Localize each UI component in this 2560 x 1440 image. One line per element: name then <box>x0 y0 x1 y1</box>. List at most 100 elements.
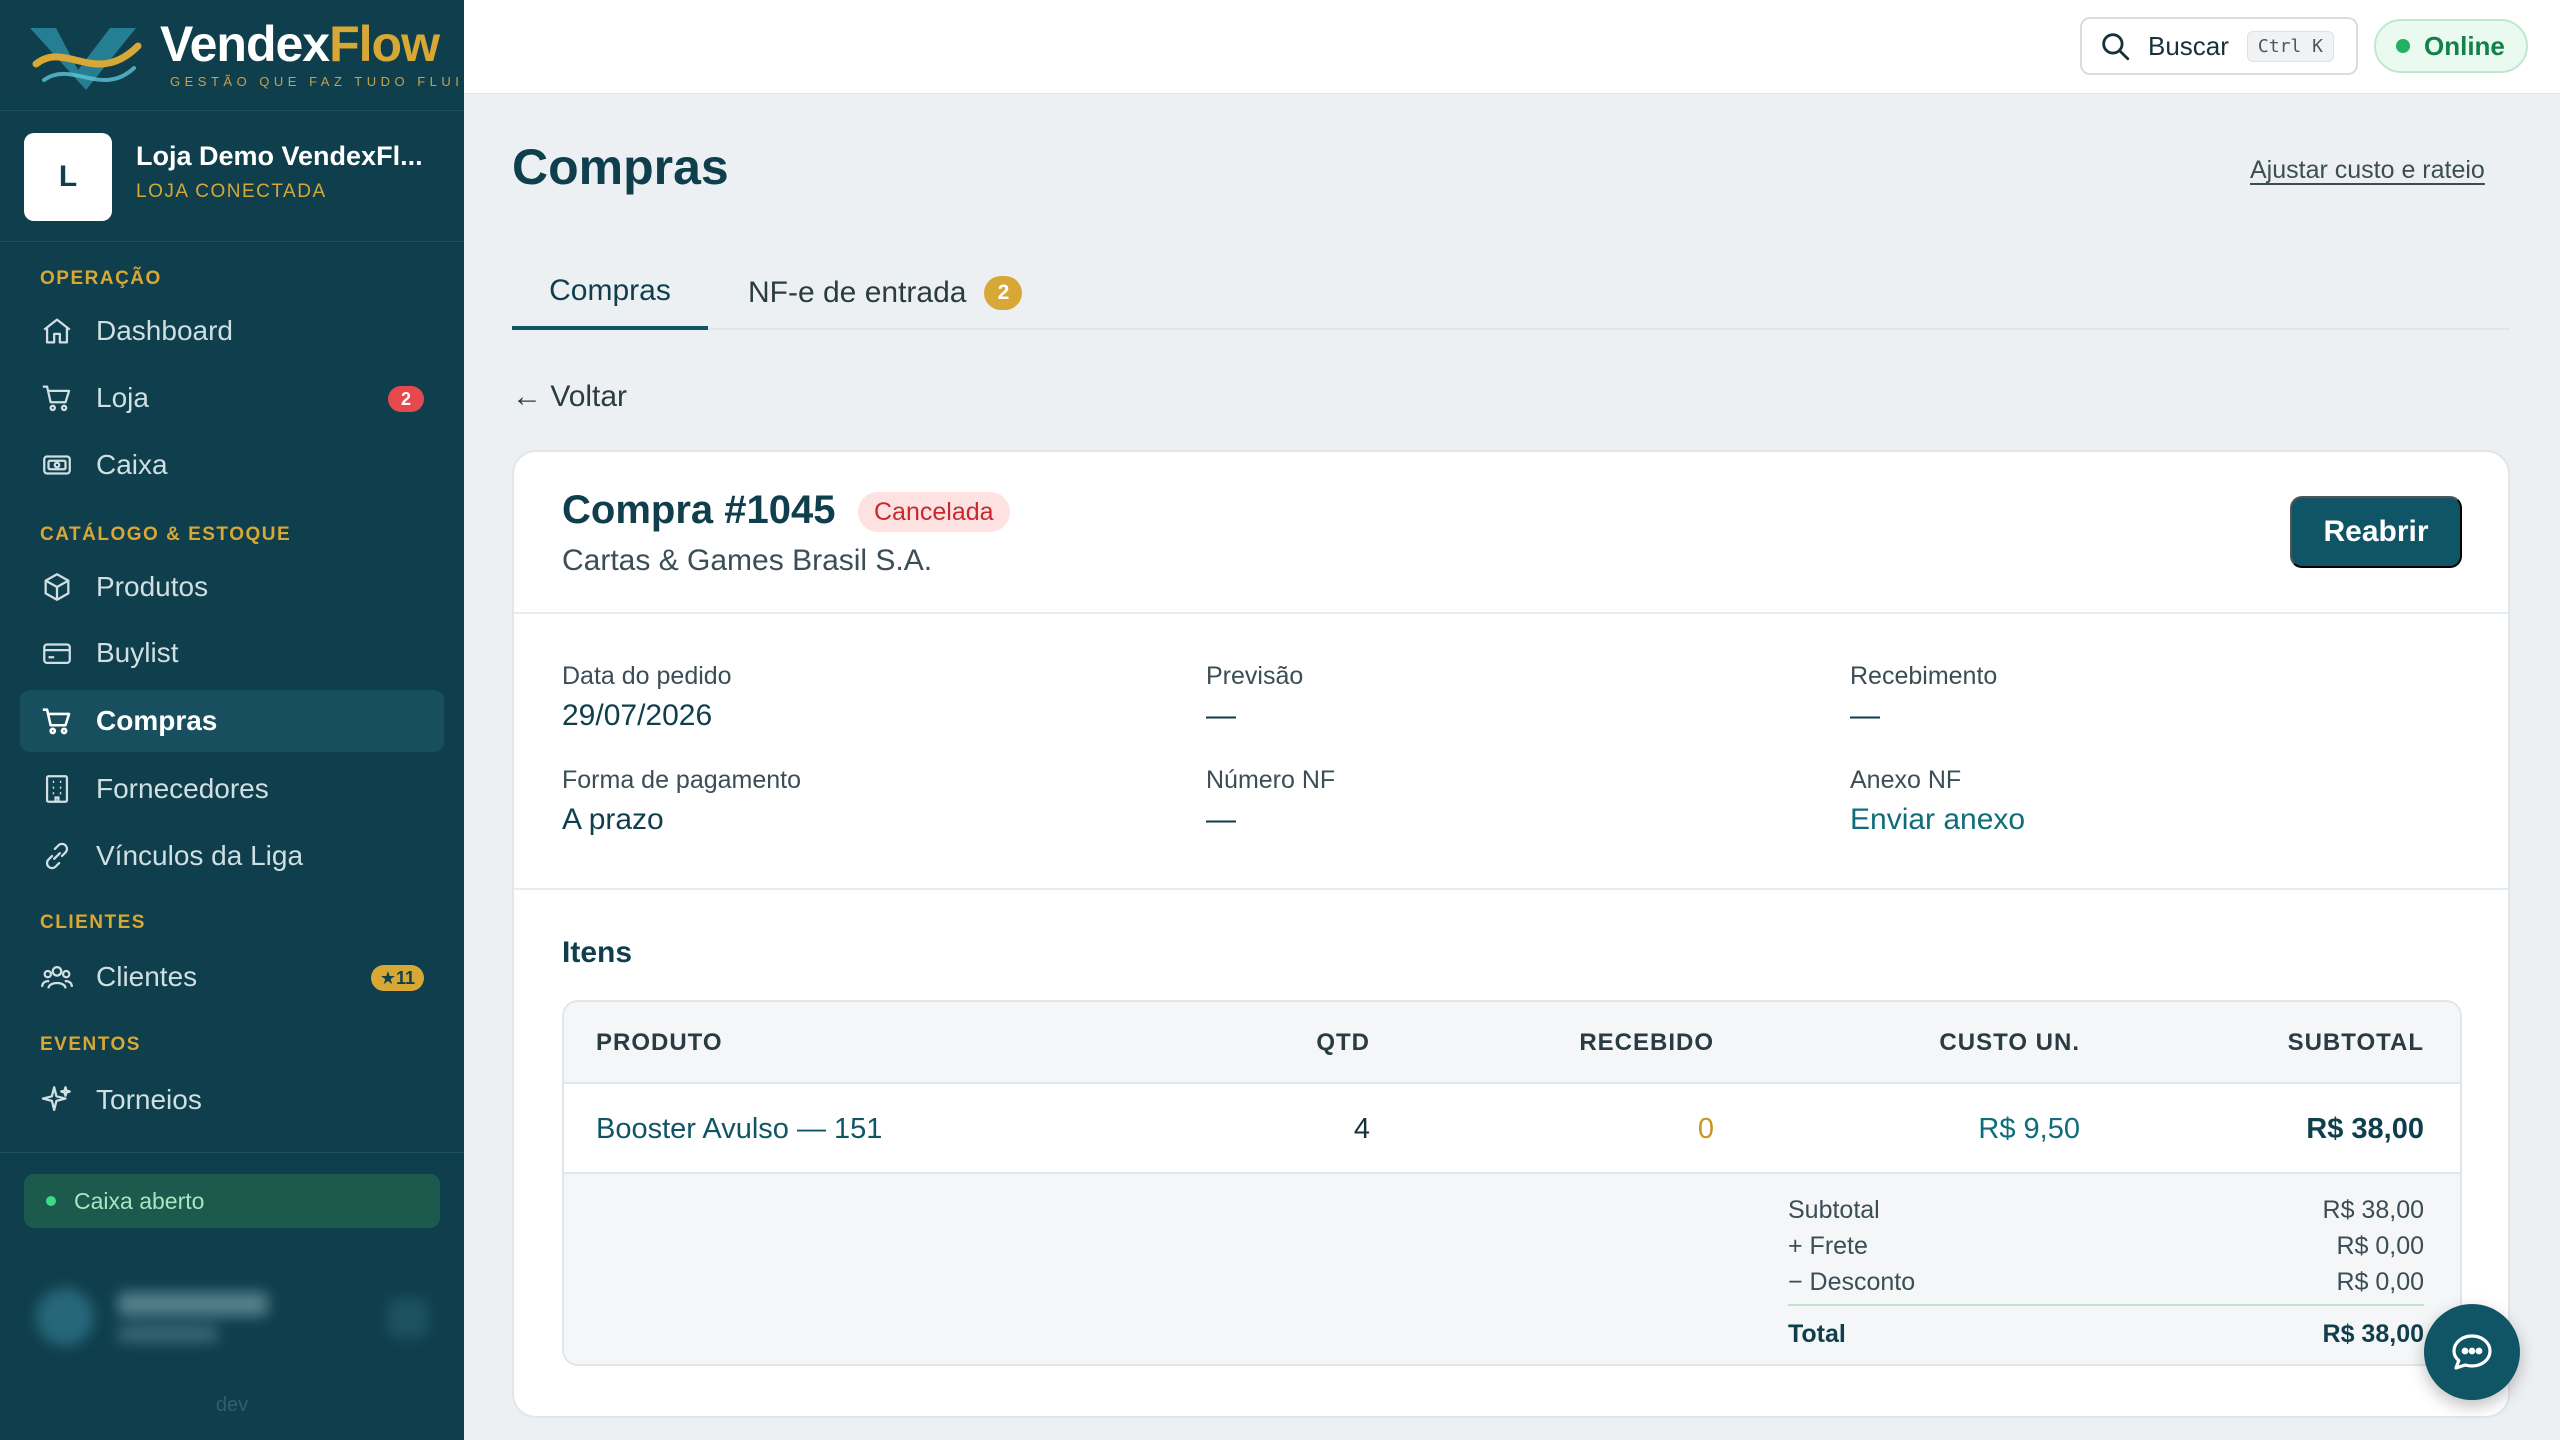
summary-value: R$ 0,00 <box>2336 1231 2424 1260</box>
store-selector[interactable]: L Loja Demo VendexFl... LOJA CONECTADA <box>0 110 464 242</box>
column-header-subtotal: SUBTOTAL <box>2287 1029 2424 1056</box>
logout-icon[interactable] <box>388 1298 428 1338</box>
sidebar-item-caixa[interactable]: Caixa <box>20 434 444 496</box>
summary-label: + Frete <box>1788 1231 1868 1260</box>
adjust-cost-link[interactable]: Ajustar custo e rateio <box>2250 156 2485 185</box>
sidebar-item-label: Fornecedores <box>96 773 269 804</box>
field-label: Forma de pagamento <box>562 766 802 794</box>
cash-status-pill[interactable]: Caixa aberto <box>24 1174 440 1228</box>
user-name-redacted <box>118 1292 268 1316</box>
card-icon <box>40 636 74 670</box>
sidebar-item-vinculos[interactable]: Vínculos da Liga <box>20 825 444 887</box>
column-header-unit-cost: CUSTO UN. <box>1939 1029 2080 1056</box>
search-icon <box>2102 33 2130 61</box>
sidebar-item-torneios[interactable]: Torneios <box>20 1069 444 1131</box>
link-icon <box>40 839 74 873</box>
purchase-details: Data do pedido 29/07/2026 Previsão — Rec… <box>514 614 2508 890</box>
sidebar-item-produtos[interactable]: Produtos <box>20 556 444 618</box>
status-dot-icon <box>46 1196 56 1206</box>
sidebar-item-label: Caixa <box>96 449 168 480</box>
upload-attachment-link[interactable]: Enviar anexo <box>1850 803 2450 837</box>
purchase-card: Compra #1045 Cancelada Cartas & Games Br… <box>512 450 2510 1418</box>
sidebar-item-compras[interactable]: Compras <box>20 690 444 752</box>
field-value: A prazo <box>562 803 664 836</box>
store-name: Loja Demo VendexFl... <box>136 141 423 171</box>
sidebar-divider <box>0 1152 464 1153</box>
totals-summary: Subtotal R$ 38,00 + Frete R$ 0,00 − Desc… <box>564 1174 2460 1364</box>
item-product[interactable]: Booster Avulso — 151 <box>596 1084 882 1174</box>
sidebar-item-loja[interactable]: Loja 2 <box>20 367 444 429</box>
table-row[interactable]: Booster Avulso — 151 4 0 R$ 9,50 R$ 38,0… <box>564 1084 2460 1174</box>
brand-name: VendexFlow <box>160 16 440 72</box>
tab-nfe-entrada[interactable]: NF-e de entrada 2 <box>748 256 1023 330</box>
loyalty-badge: ★11 <box>370 965 424 991</box>
field-value: — <box>1206 803 1236 836</box>
field-label: Número NF <box>1206 766 1336 794</box>
sidebar-item-clientes[interactable]: Clientes ★11 <box>20 946 444 1008</box>
back-link[interactable]: ← Voltar <box>512 380 627 414</box>
item-subtotal: R$ 38,00 <box>2306 1112 2424 1145</box>
sparkle-icon <box>40 1083 74 1117</box>
cart-icon <box>40 704 74 738</box>
sidebar-item-fornecedores[interactable]: Fornecedores <box>20 758 444 820</box>
items-table: PRODUTO QTD RECEBIDO CUSTO UN. SUBTOTAL … <box>562 1000 2462 1366</box>
sidebar-item-label: Dashboard <box>96 315 233 346</box>
nav-section-eventos: EVENTOS <box>40 1034 141 1055</box>
sidebar: VendexFlow GESTÃO QUE FAZ TUDO FLUIR L L… <box>0 0 464 1440</box>
summary-total: Total R$ 38,00 <box>1788 1314 2424 1354</box>
box-icon <box>40 570 74 604</box>
sidebar-item-dashboard[interactable]: Dashboard <box>20 300 444 362</box>
summary-value: R$ 0,00 <box>2336 1267 2424 1296</box>
cart-icon <box>40 381 74 415</box>
cash-register-icon <box>40 448 74 482</box>
tab-label: Compras <box>549 274 671 307</box>
page-title: Compras <box>512 139 729 195</box>
items-section-title: Itens <box>562 936 633 969</box>
building-icon <box>40 772 74 806</box>
brand-logo[interactable]: VendexFlow GESTÃO QUE FAZ TUDO FLUIR <box>26 14 464 94</box>
sidebar-item-label: Buylist <box>96 637 179 668</box>
field-label: Recebimento <box>1850 662 1998 690</box>
sidebar-item-label: Produtos <box>96 571 209 602</box>
sidebar-item-label: Compras <box>96 705 218 736</box>
tab-count-badge: 2 <box>984 276 1023 310</box>
search-button[interactable]: Buscar Ctrl K <box>2080 17 2358 75</box>
item-unit-cost: R$ 9,50 <box>1978 1112 2080 1145</box>
field-label: Data do pedido <box>562 662 732 690</box>
app-root: VendexFlow GESTÃO QUE FAZ TUDO FLUIR L L… <box>0 0 2560 1440</box>
chat-bubble-icon <box>2452 1334 2492 1370</box>
field-label: Anexo NF <box>1850 766 1962 794</box>
sidebar-item-buylist[interactable]: Buylist <box>20 622 444 684</box>
summary-total-value: R$ 38,00 <box>2322 1319 2424 1348</box>
page-tabs: Compras NF-e de entrada 2 <box>512 256 2510 330</box>
summary-label: − Desconto <box>1788 1267 1916 1296</box>
tab-compras[interactable]: Compras <box>512 256 708 330</box>
search-label: Buscar <box>2148 30 2229 61</box>
field-forecast: Previsão — <box>1206 662 1806 733</box>
online-dot-icon <box>2396 39 2410 53</box>
table-header: PRODUTO QTD RECEBIDO CUSTO UN. SUBTOTAL <box>564 1002 2460 1084</box>
supplier-name: Cartas & Games Brasil S.A. <box>562 544 933 577</box>
sidebar-item-label: Torneios <box>96 1084 202 1115</box>
field-invoice-number: Número NF — <box>1206 766 1806 837</box>
chat-button[interactable] <box>2424 1304 2520 1400</box>
status-badge: Cancelada <box>858 492 1010 532</box>
reopen-button[interactable]: Reabrir <box>2290 496 2462 568</box>
column-header-product: PRODUTO <box>596 1029 723 1056</box>
field-value: 29/07/2026 <box>562 699 713 732</box>
connection-status-label: Online <box>2424 30 2505 61</box>
user-role-redacted <box>118 1326 218 1342</box>
user-profile-blurred[interactable] <box>26 1272 438 1358</box>
store-avatar: L <box>24 133 112 221</box>
top-bar: Buscar Ctrl K Online <box>464 0 2560 94</box>
nav-section-operacao: OPERAÇÃO <box>40 268 162 289</box>
column-header-qty: QTD <box>1316 1029 1370 1056</box>
summary-total-label: Total <box>1788 1319 1846 1348</box>
sidebar-item-label: Loja <box>96 382 149 413</box>
tab-label: NF-e de entrada <box>748 276 967 309</box>
field-invoice-attachment: Anexo NF Enviar anexo <box>1850 766 2450 837</box>
field-order-date: Data do pedido 29/07/2026 <box>562 662 1162 733</box>
summary-subtotal: Subtotal R$ 38,00 <box>1788 1192 2424 1228</box>
home-icon <box>40 314 74 348</box>
avatar <box>36 1288 94 1346</box>
